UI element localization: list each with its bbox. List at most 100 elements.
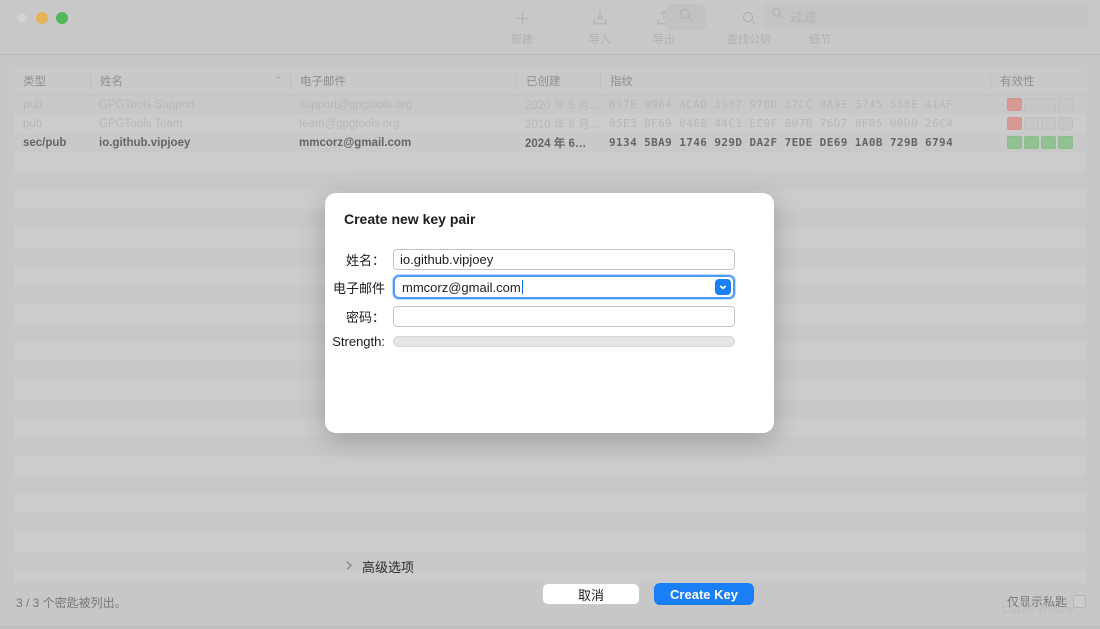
strength-row: Strength: xyxy=(325,334,735,349)
table-empty-row xyxy=(14,551,1086,570)
cell-type: sec/pub xyxy=(23,136,67,149)
search-icon xyxy=(771,7,784,25)
cell-name: io.github.vipjoey xyxy=(99,136,191,149)
validity-indicator xyxy=(999,136,1086,149)
toolbar-import-label: 导入 xyxy=(589,34,611,46)
plus-icon xyxy=(515,8,530,28)
column-header-validity[interactable]: 有效性 xyxy=(990,72,1086,90)
email-input-value: mmcorz@gmail.com xyxy=(402,279,521,295)
gpg-keychain-window: 新建 导入 导出 查找公钥 细节 过滤 类型 姓名 ⌃ 电子邮件 已创建 指纹 … xyxy=(0,0,1100,629)
close-window-button[interactable] xyxy=(16,12,28,24)
advanced-options-label: 高级选项 xyxy=(362,560,415,575)
cell-validity xyxy=(990,98,1086,111)
cell-fingerprint: 85E3 8F69 046B 44C1 EC9F B07B 76D7 8F05 … xyxy=(609,117,954,130)
cell-type: pub xyxy=(23,98,43,111)
table-empty-row xyxy=(14,570,1086,583)
table-empty-row xyxy=(14,437,1086,456)
chevron-down-icon[interactable] xyxy=(715,279,731,295)
validity-square xyxy=(1041,117,1056,130)
cell-created: 2024 年 6… xyxy=(525,137,587,150)
validity-indicator xyxy=(999,117,1086,130)
window-bottom-edge xyxy=(0,625,1100,629)
toolbar-find-key-label: 查找公钥 xyxy=(727,34,771,46)
email-input[interactable]: mmcorz@gmail.com xyxy=(393,275,735,299)
validity-square xyxy=(1007,117,1022,130)
password-strength-bar xyxy=(393,336,735,347)
table-empty-row xyxy=(14,171,1086,190)
search-key-icon xyxy=(741,8,757,28)
search-icon xyxy=(678,7,694,28)
column-header-name[interactable]: 姓名 ⌃ xyxy=(90,72,290,90)
cancel-button[interactable]: 取消 xyxy=(542,583,640,605)
password-input[interactable] xyxy=(393,306,735,327)
column-header-fingerprint[interactable]: 指纹 xyxy=(600,72,990,90)
table-empty-row xyxy=(14,475,1086,494)
cell-name: GPGTools Support xyxy=(99,98,195,111)
dialog-buttons: 取消 Create Key xyxy=(542,583,754,605)
chevron-right-icon xyxy=(345,560,353,574)
cell-name: GPGTools Team xyxy=(99,117,183,130)
import-icon xyxy=(593,8,607,28)
password-field-row: 密码： xyxy=(325,306,735,327)
text-cursor xyxy=(521,280,524,294)
table-empty-row xyxy=(14,494,1086,513)
validity-square xyxy=(1058,98,1073,111)
cell-fingerprint: 9134 5BA9 1746 929D DA2F 7EDE DE69 1A0B … xyxy=(609,136,954,149)
validity-square xyxy=(1058,117,1073,130)
maximize-window-button[interactable] xyxy=(56,12,68,24)
name-field-row: 姓名： io.github.vipjoey xyxy=(325,249,735,270)
table-empty-row xyxy=(14,532,1086,551)
key-count-status: 3 / 3 个密匙被列出。 xyxy=(16,596,127,610)
cell-email: support@gpgtools.org xyxy=(299,98,413,111)
table-row[interactable]: pub GPGTools Team team@gpgtools.org 2010… xyxy=(14,114,1086,133)
table-row-selected[interactable]: sec/pub io.github.vipjoey mmcorz@gmail.c… xyxy=(14,133,1086,152)
validity-square xyxy=(1024,136,1039,149)
name-field-label: 姓名： xyxy=(345,253,385,268)
toolbar-import-button[interactable]: 导入 xyxy=(568,2,632,47)
filter-search-field[interactable]: 过滤 xyxy=(763,4,1088,28)
toolbar-new-label: 新建 xyxy=(511,34,533,46)
email-field-row: 电子邮件 mmcorz@gmail.com xyxy=(325,275,735,299)
name-input[interactable]: io.github.vipjoey xyxy=(393,249,735,270)
traffic-lights xyxy=(16,12,68,24)
table-header-row: 类型 姓名 ⌃ 电子邮件 已创建 指纹 有效性 xyxy=(14,68,1086,95)
cell-type: pub xyxy=(23,117,43,130)
validity-square xyxy=(1041,98,1056,111)
dialog-title: Create new key pair xyxy=(344,211,476,227)
validity-indicator xyxy=(999,98,1086,111)
cell-created: 2020 年 5 月… xyxy=(525,99,600,112)
create-key-button[interactable]: Create Key xyxy=(654,583,754,605)
validity-square xyxy=(1024,117,1039,130)
column-header-created[interactable]: 已创建 xyxy=(516,72,600,90)
cell-email: team@gpgtools.org xyxy=(299,117,400,130)
sort-ascending-icon: ⌃ xyxy=(274,74,282,85)
advanced-options-disclosure[interactable]: 高级选项 xyxy=(345,557,414,576)
toolbar-new-button[interactable]: 新建 xyxy=(490,2,554,47)
validity-square xyxy=(1058,136,1073,149)
minimize-window-button[interactable] xyxy=(36,12,48,24)
column-header-email[interactable]: 电子邮件 xyxy=(290,72,516,90)
watermark: CSDN @hanyi_ xyxy=(1001,604,1082,616)
toolbar-search-button[interactable] xyxy=(666,4,706,30)
column-header-type[interactable]: 类型 xyxy=(14,73,90,90)
create-key-dialog: Create new key pair 姓名： io.github.vipjoe… xyxy=(325,193,774,605)
password-field-label: 密码： xyxy=(345,310,385,325)
validity-square xyxy=(1007,136,1022,149)
validity-square xyxy=(1024,98,1039,111)
cell-validity xyxy=(990,117,1086,130)
filter-placeholder: 过滤 xyxy=(790,9,817,25)
toolbar-export-label: 导出 xyxy=(653,34,675,46)
cell-validity xyxy=(990,136,1086,149)
table-row[interactable]: pub GPGTools Support support@gpgtools.or… xyxy=(14,95,1086,114)
toolbar-details-label: 细节 xyxy=(809,34,831,46)
table-empty-row xyxy=(14,513,1086,532)
validity-square xyxy=(1007,98,1022,111)
validity-square xyxy=(1041,136,1056,149)
strength-label: Strength: xyxy=(332,334,385,349)
window-titlebar: 新建 导入 导出 查找公钥 细节 过滤 xyxy=(0,0,1100,55)
email-field-label: 电子邮件 xyxy=(332,280,385,296)
table-empty-row xyxy=(14,152,1086,171)
cell-email: mmcorz@gmail.com xyxy=(299,136,412,149)
cell-created: 2010 年 8 月… xyxy=(525,118,600,131)
cell-fingerprint: B97E 9964 ACAD 1907 970D 37CC 8A9E 3745 … xyxy=(609,98,954,111)
